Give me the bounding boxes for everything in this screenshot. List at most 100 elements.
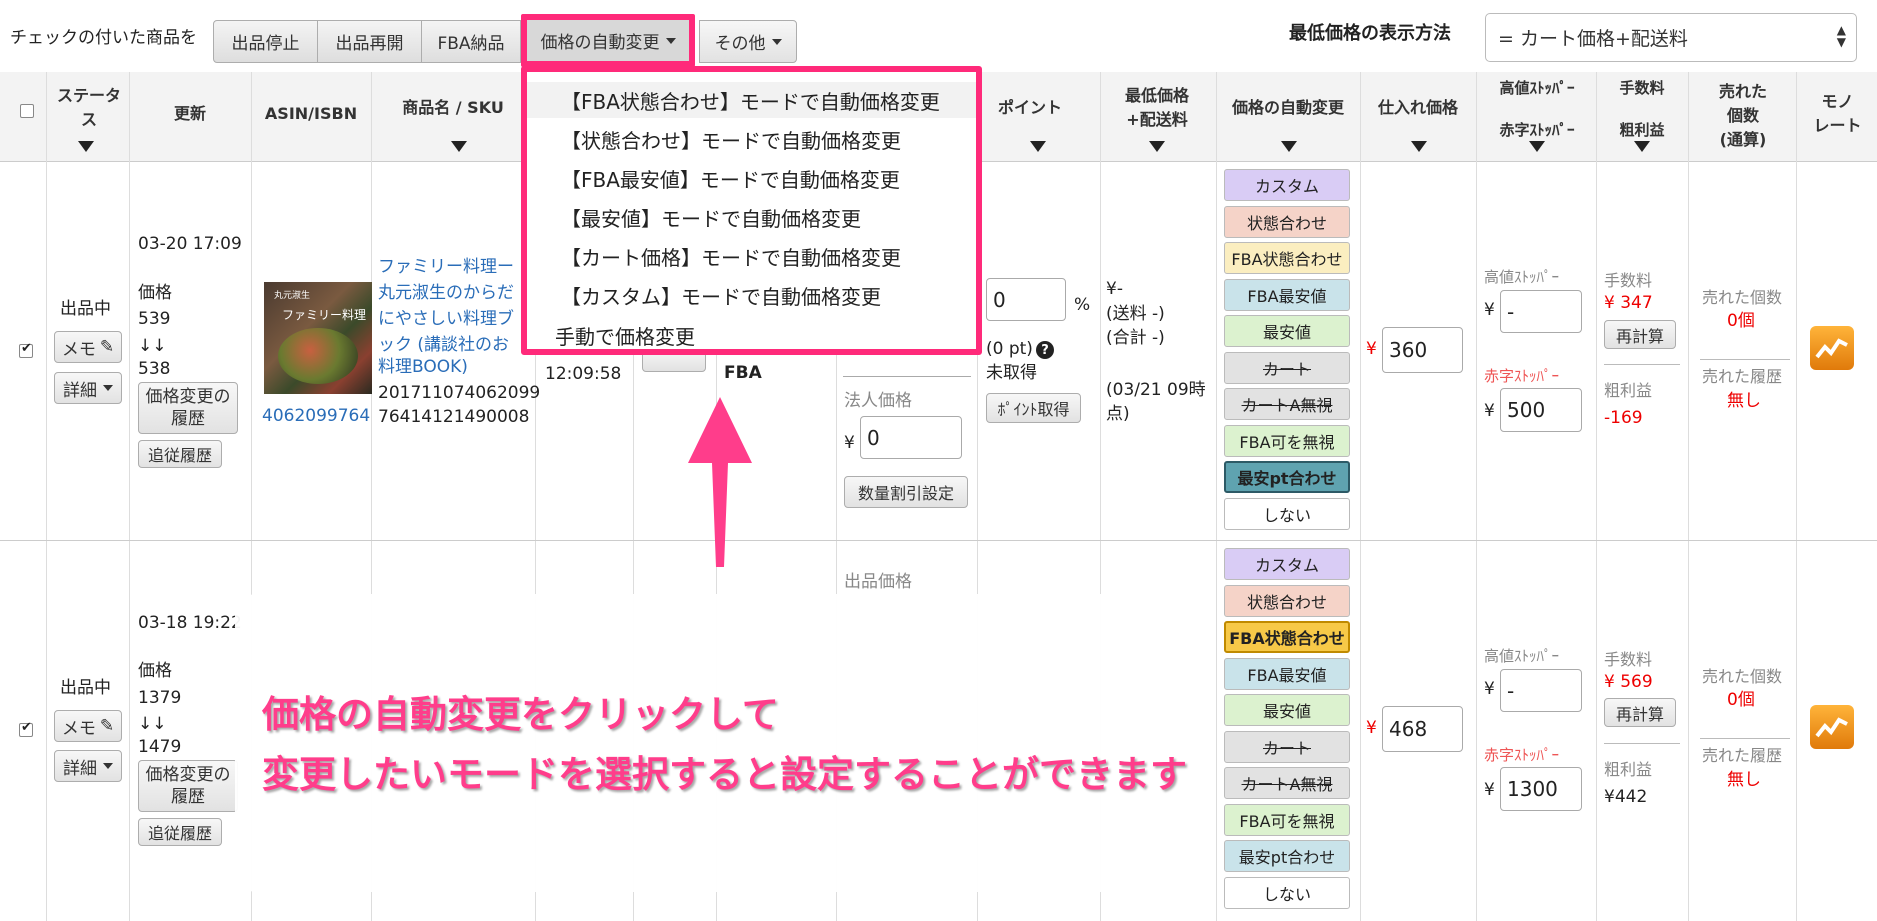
red-stopper-input[interactable]: 1300: [1500, 767, 1582, 811]
bulk-discount-button[interactable]: 数量割引設定: [844, 476, 968, 508]
purchase-price-input[interactable]: 360: [1382, 327, 1463, 373]
header-purchase-price[interactable]: 仕入れ価格: [1362, 96, 1474, 120]
point-pt: (0 pt): [986, 339, 1033, 359]
auto-price-change-label: 価格の自動変更: [540, 33, 660, 53]
red-stopper-input[interactable]: 500: [1500, 388, 1582, 432]
auto-price-mode-button[interactable]: 最安pt合わせ: [1224, 840, 1350, 872]
stop-listing-button[interactable]: 出品停止: [213, 20, 318, 63]
menu-item-manual[interactable]: 手動で価格変更: [555, 321, 695, 350]
thumb-line2: ファミリー料理: [282, 308, 367, 322]
header-mono[interactable]: モノ: [1798, 90, 1877, 114]
auto-price-mode-button[interactable]: FBA可を無視: [1224, 424, 1350, 457]
sort-arrow-icon[interactable]: [1030, 141, 1046, 152]
auto-price-mode-button[interactable]: しない: [1224, 876, 1350, 909]
menu-item-fba-condition[interactable]: 【FBA状態合わせ】モードで自動価格変更: [561, 86, 940, 115]
auto-price-mode-button[interactable]: FBA状態合わせ: [1224, 242, 1350, 274]
product-title-link-3[interactable]: にやさしい料理ブ: [378, 306, 514, 333]
min-price-display-select[interactable]: = カート価格+配送料 ▲ ▼: [1485, 13, 1857, 62]
header-fee[interactable]: 手数料: [1598, 76, 1686, 100]
memo-label: メモ: [61, 718, 96, 739]
min-price-shipping: (送料 -): [1106, 304, 1165, 324]
product-sku: 201711074062099: [378, 383, 541, 403]
price-history-button[interactable]: 価格変更の 履歴: [138, 760, 238, 812]
header-update[interactable]: 更新: [130, 102, 250, 126]
detail-button[interactable]: 詳細: [54, 750, 122, 782]
purchase-price-input[interactable]: 468: [1382, 706, 1463, 752]
sort-arrow-icon[interactable]: [1529, 141, 1545, 152]
header-sold-count: 個数: [1726, 106, 1759, 125]
header-product-name[interactable]: 商品名 / SKU: [372, 96, 534, 120]
thumb-dish: [278, 328, 358, 384]
auto-price-mode-button[interactable]: FBA最安値: [1224, 657, 1350, 690]
header-profit[interactable]: 粗利益: [1598, 118, 1686, 142]
sort-arrow-icon[interactable]: [78, 141, 94, 152]
auto-price-change-button[interactable]: 価格の自動変更: [521, 14, 695, 67]
header-min-price-shipping[interactable]: +配送料: [1102, 108, 1212, 132]
memo-label: メモ: [61, 339, 96, 360]
header-auto-price[interactable]: 価格の自動変更: [1218, 96, 1358, 120]
product-title-link-2[interactable]: 丸元淑生のからだ: [378, 280, 514, 307]
auto-price-mode-button[interactable]: カート: [1224, 351, 1350, 384]
high-stopper-input[interactable]: -: [1500, 669, 1582, 712]
auto-price-mode-button[interactable]: 状態合わせ: [1224, 205, 1350, 238]
row-checkbox[interactable]: [19, 341, 33, 358]
header-asin[interactable]: ASIN/ISBN: [252, 102, 370, 126]
header-min-price[interactable]: 最低価格: [1102, 84, 1212, 108]
menu-item-lowest[interactable]: 【最安値】モードで自動価格変更: [561, 203, 861, 232]
header-status[interactable]: ステータス: [50, 84, 128, 132]
product-title-link[interactable]: ファミリー料理ー: [378, 254, 514, 281]
fba-delivery-button[interactable]: FBA納品: [421, 20, 521, 63]
high-stopper-input[interactable]: -: [1500, 290, 1582, 333]
resume-listing-button[interactable]: 出品再開: [317, 20, 422, 63]
header-point[interactable]: ポイント: [980, 96, 1080, 120]
fetch-point-button[interactable]: ﾎﾟｲﾝﾄ取得: [986, 393, 1081, 423]
menu-item-custom[interactable]: 【カスタム】モードで自動価格変更: [561, 281, 881, 310]
monorate-chart-icon[interactable]: [1810, 705, 1854, 749]
menu-item-fba-lowest[interactable]: 【FBA最安値】モードで自動価格変更: [561, 164, 900, 193]
help-icon[interactable]: ?: [1036, 341, 1054, 359]
auto-price-mode-button[interactable]: カートA無視: [1224, 767, 1350, 799]
sort-arrow-icon[interactable]: [451, 141, 467, 152]
other-menu-button[interactable]: その他: [699, 20, 797, 63]
sort-arrow-icon[interactable]: [1149, 141, 1165, 152]
sort-arrow-icon[interactable]: [1411, 141, 1427, 152]
monorate-chart-icon[interactable]: [1810, 326, 1854, 370]
auto-price-mode-button[interactable]: 最安値: [1224, 694, 1350, 726]
auto-price-mode-button[interactable]: FBA状態合わせ: [1224, 621, 1350, 653]
follow-history-button[interactable]: 追従履歴: [138, 818, 222, 846]
header-high-stopper[interactable]: 高値ｽﾄｯﾊﾟｰ: [1478, 76, 1596, 100]
list-price-label: 出品価格: [844, 572, 912, 592]
recalc-button[interactable]: 再計算: [1604, 698, 1676, 727]
header-red-stopper[interactable]: 赤字ｽﾄｯﾊﾟｰ: [1478, 118, 1596, 142]
auto-price-mode-button[interactable]: FBA最安値: [1224, 278, 1350, 311]
detail-button[interactable]: 詳細: [54, 372, 122, 404]
auto-price-mode-button[interactable]: カスタム: [1224, 548, 1350, 580]
auto-price-mode-button[interactable]: 最安値: [1224, 315, 1350, 347]
sort-arrow-icon[interactable]: [1634, 141, 1650, 152]
auto-price-mode-button[interactable]: しない: [1224, 497, 1350, 530]
header-sold[interactable]: 売れた: [1690, 80, 1796, 104]
point-input[interactable]: 0: [986, 278, 1066, 321]
menu-item-condition[interactable]: 【状態合わせ】モードで自動価格変更: [561, 125, 901, 154]
auto-price-mode-button[interactable]: 最安pt合わせ: [1224, 461, 1350, 493]
row-checkbox[interactable]: [19, 720, 33, 737]
auto-price-mode-button[interactable]: カートA無視: [1224, 388, 1350, 420]
sold-count-value: 0個: [1727, 690, 1755, 710]
auto-price-mode-button[interactable]: FBA可を無視: [1224, 803, 1350, 836]
product-title-link-5[interactable]: 料理BOOK): [378, 354, 468, 381]
memo-button[interactable]: メモ ✎: [54, 710, 122, 742]
select-all-checkbox[interactable]: [20, 104, 34, 118]
asin-link[interactable]: 4062099764: [262, 403, 370, 430]
auto-price-mode-button[interactable]: カート: [1224, 730, 1350, 763]
memo-button[interactable]: メモ ✎: [54, 331, 122, 363]
menu-item-cart[interactable]: 【カート価格】モードで自動価格変更: [561, 242, 901, 271]
corp-price-input[interactable]: 0: [860, 416, 962, 459]
price-history-button[interactable]: 価格変更の 履歴: [138, 382, 238, 434]
auto-price-mode-button[interactable]: 状態合わせ: [1224, 584, 1350, 617]
update-date: 03-20 17:09: [138, 234, 242, 254]
follow-history-button[interactable]: 追従履歴: [138, 440, 222, 468]
min-price-total: (合計 -): [1106, 328, 1165, 348]
sort-arrow-icon[interactable]: [1281, 141, 1297, 152]
auto-price-mode-button[interactable]: カスタム: [1224, 169, 1350, 201]
recalc-button[interactable]: 再計算: [1604, 320, 1676, 349]
